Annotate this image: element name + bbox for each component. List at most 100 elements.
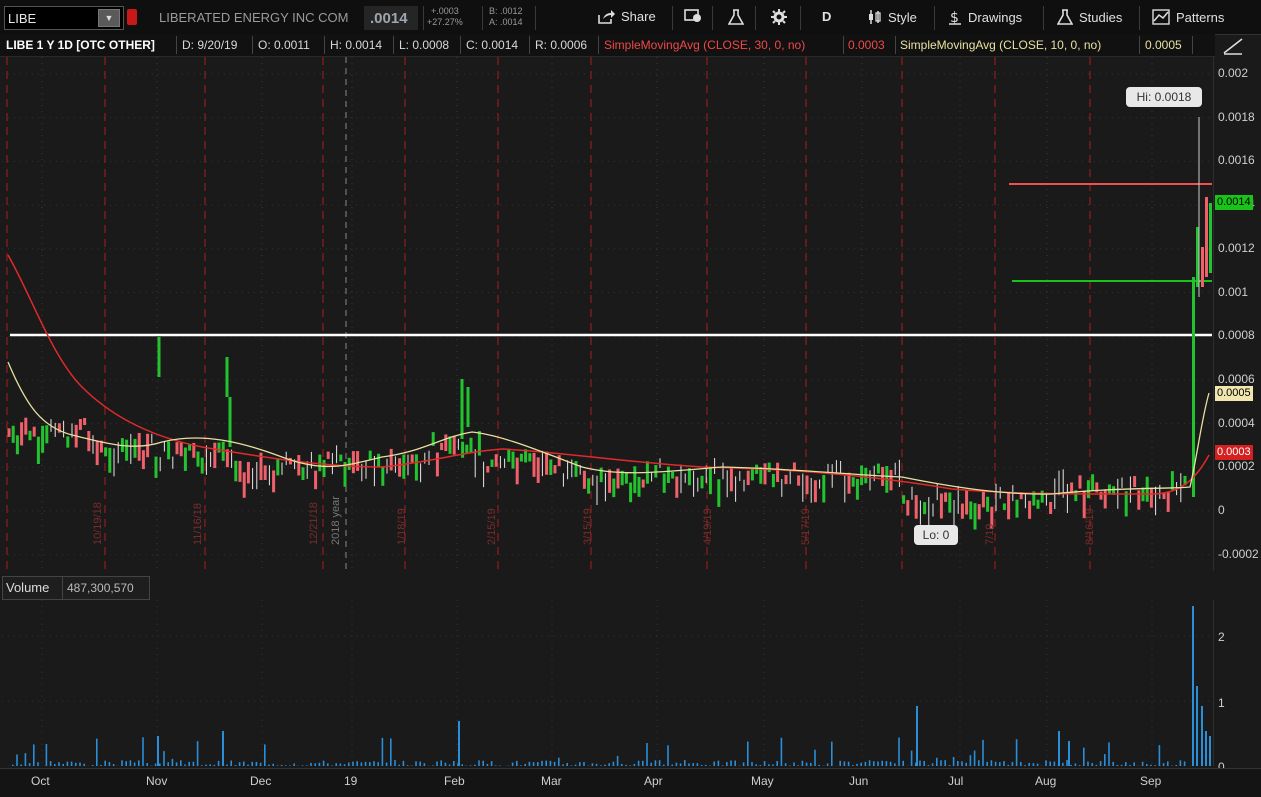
sma10-label[interactable]: SimpleMovingAvg (CLOSE, 10, 0, no) (900, 38, 1101, 52)
volume-bar (403, 761, 405, 766)
candle (339, 455, 342, 462)
volume-bar (928, 765, 930, 766)
volume-bar (256, 762, 258, 766)
volume-bar (386, 763, 388, 766)
time-axis[interactable] (0, 768, 1261, 797)
candle (600, 468, 603, 482)
volume-bar (12, 765, 14, 766)
year-marker-label: 2018 year (330, 496, 342, 545)
volume-bar (621, 764, 623, 766)
volume-bar (592, 763, 594, 766)
chart-settings-button[interactable] (684, 9, 702, 23)
volume-bar (642, 761, 644, 766)
volume-bar (533, 762, 535, 766)
volume-bar (239, 762, 241, 766)
volume-bar (100, 765, 102, 766)
volume-bar (1024, 765, 1026, 766)
drawing-tool-icon[interactable] (1222, 37, 1244, 58)
volume-bar (159, 763, 161, 766)
volume-bar (869, 760, 871, 766)
volume-bar (898, 738, 900, 766)
volume-tick: 2 (1218, 630, 1225, 644)
volume-bar (415, 761, 417, 766)
candle (785, 475, 788, 484)
candle (188, 445, 191, 451)
candle (16, 435, 19, 454)
volume-bar (201, 765, 203, 766)
studies-button[interactable]: Studies (1057, 9, 1122, 25)
price-chart[interactable] (2, 57, 1212, 571)
candle (612, 479, 615, 498)
drawings-button[interactable]: $ Drawings (948, 9, 1022, 25)
month-label: Jun (849, 774, 868, 788)
studies-label: Studies (1079, 10, 1122, 25)
patterns-button[interactable]: Patterns (1152, 9, 1224, 25)
style-button[interactable]: Style (868, 9, 917, 25)
volume-bar (260, 763, 262, 766)
volume-bar (302, 765, 304, 766)
price-tick: 0.0006 (1218, 372, 1255, 386)
alert-flag-icon[interactable] (127, 9, 137, 25)
volume-bar (1104, 754, 1106, 766)
volume-bar (730, 760, 732, 766)
volume-bar (327, 763, 329, 766)
volume-bar (1112, 762, 1114, 766)
candle (1049, 502, 1052, 514)
date-marker-label: 1/18/19 (396, 508, 408, 545)
volume-bar (860, 763, 862, 766)
share-icon (597, 10, 615, 24)
volume-bar (953, 757, 955, 766)
sma30-label[interactable]: SimpleMovingAvg (CLOSE, 30, 0, no) (604, 38, 805, 52)
share-button[interactable]: Share (597, 9, 656, 24)
price-axis[interactable] (1213, 57, 1261, 571)
candle (974, 503, 977, 529)
volume-bar (222, 731, 224, 766)
candle (654, 465, 657, 477)
candle (1003, 503, 1006, 510)
settings-button[interactable] (771, 9, 787, 25)
price-tick: 0.0004 (1218, 416, 1255, 430)
volume-bar (566, 763, 568, 766)
volume-bar (130, 760, 132, 766)
volume-bar (671, 764, 673, 766)
date-marker-label: 2/15/19 (486, 508, 498, 545)
aggregation-button[interactable]: D (822, 9, 831, 24)
header-divider (393, 36, 394, 54)
candle (461, 379, 464, 439)
candle (1104, 489, 1107, 508)
candle (184, 448, 187, 471)
volume-bar (264, 744, 266, 766)
volume-bar (1062, 763, 1064, 766)
volume-bar (894, 763, 896, 766)
volume-chart[interactable] (2, 576, 1212, 766)
volume-bar (655, 760, 657, 766)
volume-bar (419, 762, 421, 766)
candle (1007, 492, 1010, 519)
flask-button[interactable] (728, 9, 744, 25)
volume-bar (113, 764, 115, 766)
volume-axis[interactable] (1213, 600, 1261, 766)
volume-bar (839, 761, 841, 766)
volume-bar (713, 762, 715, 766)
studies-flask-icon (1057, 9, 1073, 25)
sma30-line[interactable] (8, 255, 1209, 494)
volume-bar (382, 738, 384, 766)
volume-bar (1154, 765, 1156, 766)
candle (96, 441, 99, 465)
volume-bar (970, 755, 972, 766)
volume-bar (1184, 761, 1186, 766)
volume-bar (705, 765, 707, 766)
symbol-text[interactable]: LIBE (8, 11, 36, 26)
candle (940, 493, 943, 518)
candle (243, 472, 246, 497)
candle (1133, 476, 1136, 487)
candle (764, 463, 767, 484)
volume-bar (46, 744, 48, 766)
volume-bar (688, 763, 690, 766)
aggregation-label: D (822, 9, 831, 24)
volume-bar (520, 765, 522, 766)
volume-bar (982, 740, 984, 766)
volume-bar (134, 763, 136, 766)
volume-bar (453, 761, 455, 766)
symbol-dropdown-button[interactable]: ▼ (98, 9, 120, 27)
